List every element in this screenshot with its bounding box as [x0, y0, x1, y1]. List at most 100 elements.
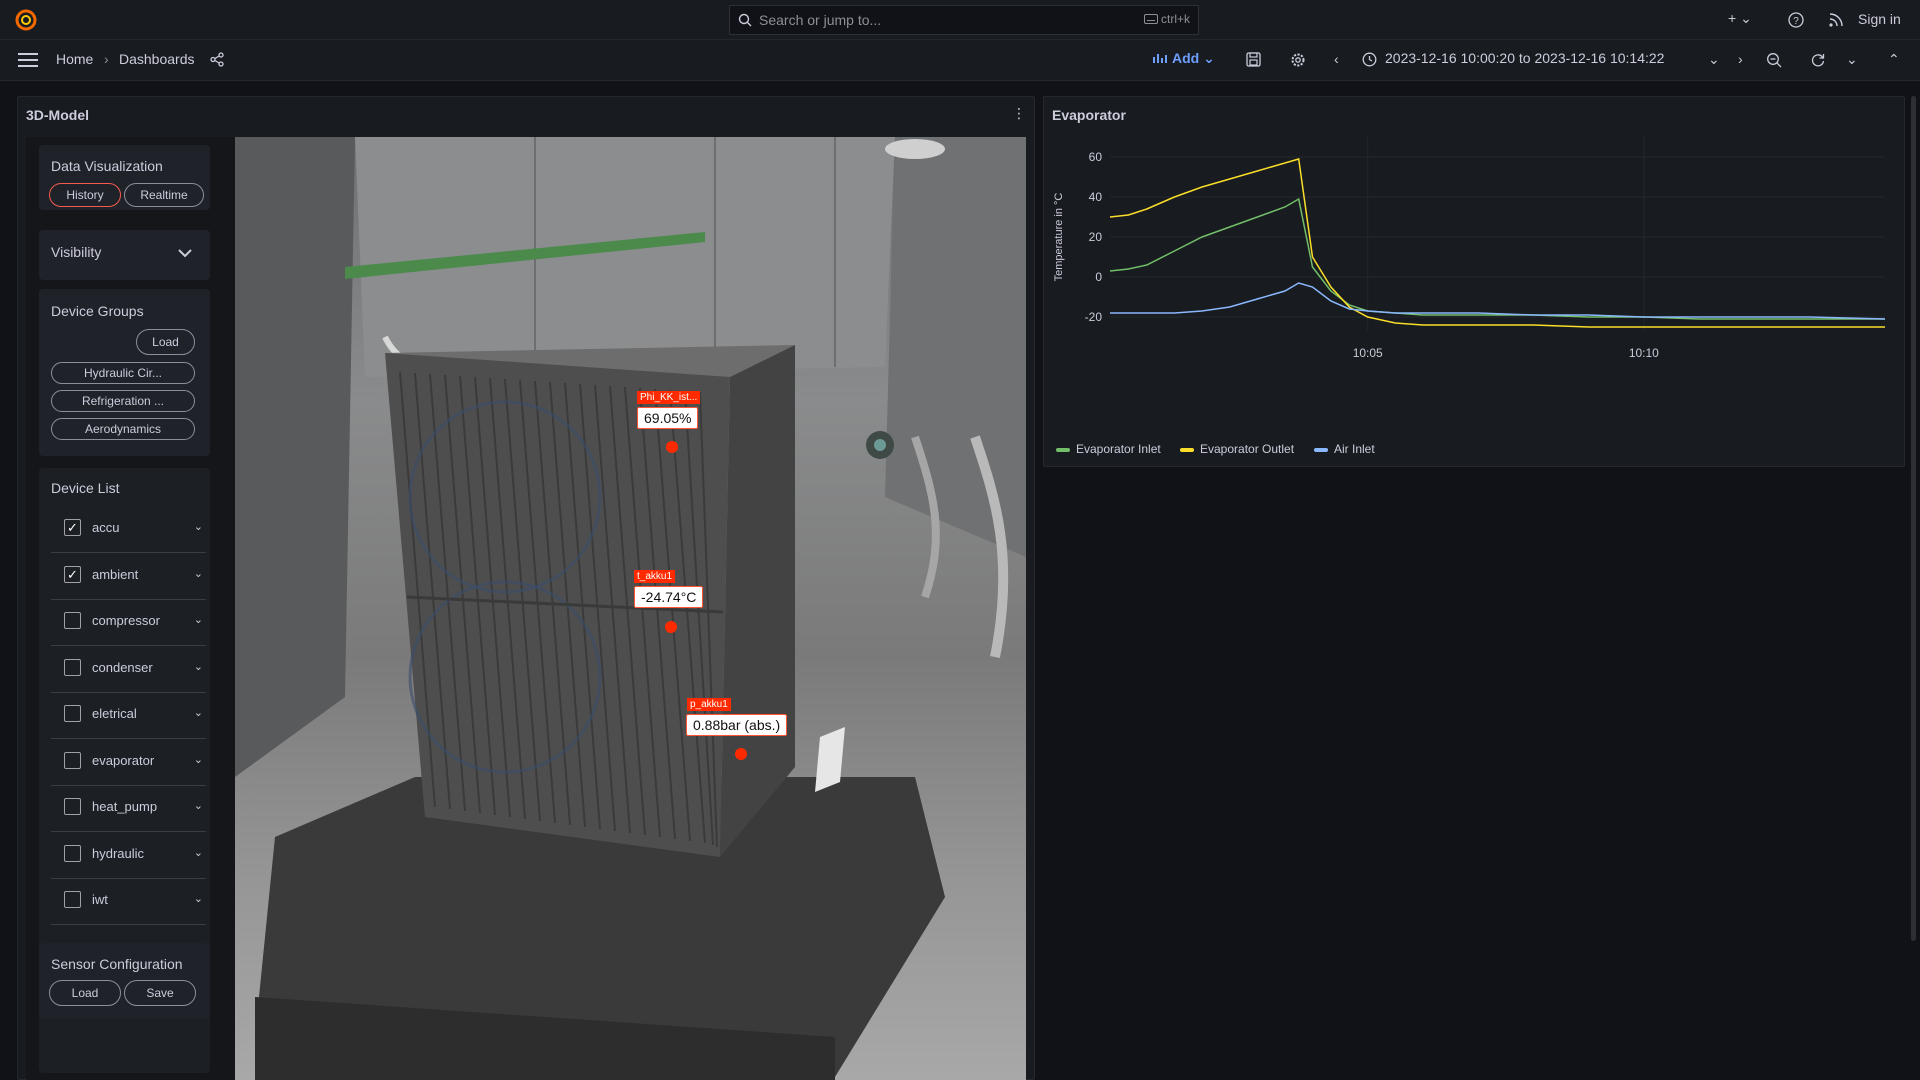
- breadcrumb-home[interactable]: Home: [56, 51, 93, 67]
- sensor-config-save-button[interactable]: Save: [124, 980, 196, 1006]
- checkbox[interactable]: [64, 612, 81, 629]
- checkbox[interactable]: [64, 705, 81, 722]
- time-shift-forward-icon[interactable]: ›: [1738, 51, 1743, 67]
- device-row-eletrical[interactable]: eletrical ⌄: [51, 692, 206, 739]
- device-label: iwt: [92, 892, 108, 907]
- legend-item-evaporator-outlet[interactable]: Evaporator Outlet: [1180, 442, 1294, 456]
- chevron-down-icon[interactable]: ⌄: [194, 520, 203, 533]
- sign-in-link[interactable]: Sign in: [1858, 11, 1901, 27]
- checkbox-checked[interactable]: ✓: [64, 566, 81, 583]
- help-icon[interactable]: ?: [1788, 12, 1804, 28]
- chevron-down-icon[interactable]: ⌄: [194, 660, 203, 673]
- svg-text:?: ?: [1793, 16, 1799, 27]
- chevron-down-icon[interactable]: ⌄: [194, 753, 203, 766]
- device-row-accu[interactable]: ✓ accu ⌄: [51, 506, 206, 553]
- device-row-hydraulic[interactable]: hydraulic ⌄: [51, 832, 206, 879]
- chevron-down-icon[interactable]: ⌄: [194, 567, 203, 580]
- checkbox-checked[interactable]: ✓: [64, 519, 81, 536]
- checkbox[interactable]: [64, 752, 81, 769]
- zoom-out-icon[interactable]: [1766, 52, 1782, 68]
- legend-item-air-inlet[interactable]: Air Inlet: [1314, 442, 1375, 456]
- share-icon[interactable]: [210, 52, 225, 67]
- panel-menu-icon[interactable]: ⋮: [1012, 105, 1026, 122]
- device-group-refrigeration[interactable]: Refrigeration ...: [51, 390, 195, 412]
- device-label: heat_pump: [92, 799, 158, 814]
- refresh-interval-chevron-icon[interactable]: ⌄: [1846, 51, 1858, 68]
- device-group-hydraulic[interactable]: Hydraulic Cir...: [51, 362, 195, 384]
- sensor-marker[interactable]: [666, 441, 678, 453]
- sensor-tag[interactable]: p_akku1: [687, 698, 731, 711]
- collapse-chevron-up-icon[interactable]: ⌃: [1888, 51, 1900, 68]
- sensor-config-load-button[interactable]: Load: [49, 980, 121, 1006]
- legend-item-evaporator-inlet[interactable]: Evaporator Inlet: [1056, 442, 1161, 456]
- time-shift-back-icon[interactable]: ‹: [1334, 51, 1339, 67]
- sensor-configuration-card: Sensor Configuration Load Save: [39, 943, 210, 1019]
- menu-icon[interactable]: [18, 53, 38, 67]
- device-row-iwt[interactable]: iwt ⌄: [51, 878, 206, 925]
- time-range-chevron-icon[interactable]: ⌄: [1708, 51, 1720, 68]
- evaporator-line-chart[interactable]: 60 40 20 0 -20 10:05 10:10 Temperature in °C: [1043, 96, 1905, 467]
- visibility-card[interactable]: Visibility: [39, 230, 210, 280]
- chevron-down-icon[interactable]: ⌄: [194, 706, 203, 719]
- device-row-ambient[interactable]: ✓ ambient ⌄: [51, 553, 206, 600]
- save-dashboard-icon[interactable]: [1246, 52, 1261, 67]
- checkbox[interactable]: [64, 845, 81, 862]
- chevron-down-icon[interactable]: [178, 249, 192, 258]
- rss-news-icon[interactable]: [1828, 12, 1844, 28]
- y-axis-label: Temperature in °C: [1053, 193, 1065, 282]
- device-group-aerodynamics[interactable]: Aerodynamics: [51, 418, 195, 440]
- checkbox[interactable]: [64, 891, 81, 908]
- 3d-viewport[interactable]: Phi_KK_ist... 69.05% t_akku1 -24.74°C p_…: [235, 137, 1026, 1080]
- sensor-marker[interactable]: [735, 748, 747, 760]
- data-visualization-title: Data Visualization: [51, 158, 163, 174]
- sensor-marker[interactable]: [665, 621, 677, 633]
- y-tick-label: -20: [1085, 310, 1103, 324]
- add-panel-icon: [1153, 54, 1167, 63]
- y-tick-label: 60: [1089, 150, 1103, 164]
- time-range-picker[interactable]: 2023-12-16 10:00:20 to 2023-12-16 10:14:…: [1385, 50, 1664, 66]
- page-scrollbar[interactable]: [1911, 96, 1916, 941]
- chevron-down-icon[interactable]: ⌄: [194, 799, 203, 812]
- dashboard-nav-bar: Home › Dashboards Add ⌄ ‹ 2023-12-16 10:…: [0, 40, 1920, 81]
- device-groups-title: Device Groups: [51, 303, 144, 319]
- x-tick-label: 10:10: [1629, 346, 1659, 360]
- series-line-evaporator-inlet: [1109, 197, 1885, 320]
- y-tick-label: 20: [1089, 230, 1103, 244]
- search-input[interactable]: Search or jump to... ctrl+k: [729, 5, 1199, 35]
- device-label: ambient: [92, 567, 139, 582]
- sensor-value: -24.74°C: [634, 586, 704, 608]
- checkbox[interactable]: [64, 659, 81, 676]
- settings-gear-icon[interactable]: [1290, 52, 1306, 68]
- chevron-down-icon[interactable]: ⌄: [194, 613, 203, 626]
- search-placeholder: Search or jump to...: [759, 12, 882, 28]
- x-tick-label: 10:05: [1353, 346, 1383, 360]
- breadcrumb-separator-icon: ›: [104, 51, 109, 67]
- clock-icon: [1362, 52, 1377, 67]
- data-visualization-card: Data Visualization History Realtime: [39, 145, 210, 210]
- new-plus-icon[interactable]: + ⌄: [1728, 10, 1752, 27]
- device-row-compressor[interactable]: compressor ⌄: [51, 599, 206, 646]
- history-toggle[interactable]: History: [49, 183, 121, 207]
- device-row-heat-pump[interactable]: heat_pump ⌄: [51, 785, 206, 832]
- chevron-down-icon[interactable]: ⌄: [194, 846, 203, 859]
- breadcrumb-dashboards[interactable]: Dashboards: [119, 51, 195, 67]
- device-groups-load-button[interactable]: Load: [136, 329, 195, 355]
- realtime-toggle[interactable]: Realtime: [124, 183, 204, 207]
- sensor-tag[interactable]: t_akku1: [634, 570, 676, 583]
- device-row-evaporator[interactable]: evaporator ⌄: [51, 739, 206, 786]
- checkbox[interactable]: [64, 798, 81, 815]
- y-tick-label: 40: [1089, 190, 1103, 204]
- chevron-down-icon[interactable]: ⌄: [194, 892, 203, 905]
- device-row-condenser[interactable]: condenser ⌄: [51, 646, 206, 693]
- refresh-icon[interactable]: [1810, 52, 1826, 68]
- device-label: hydraulic: [92, 846, 145, 861]
- device-label: compressor: [92, 613, 160, 628]
- heat-pump-3d-render: [235, 137, 1026, 1080]
- device-label: accu: [92, 520, 120, 535]
- grafana-logo-icon[interactable]: [14, 8, 38, 32]
- keyboard-icon: [1143, 14, 1158, 24]
- top-bar: Search or jump to... ctrl+k + ⌄ ? Sign i…: [0, 0, 1920, 40]
- sensor-tag[interactable]: Phi_KK_ist...: [637, 391, 701, 404]
- add-button[interactable]: Add ⌄: [1152, 50, 1215, 67]
- sensor-configuration-title: Sensor Configuration: [51, 956, 183, 972]
